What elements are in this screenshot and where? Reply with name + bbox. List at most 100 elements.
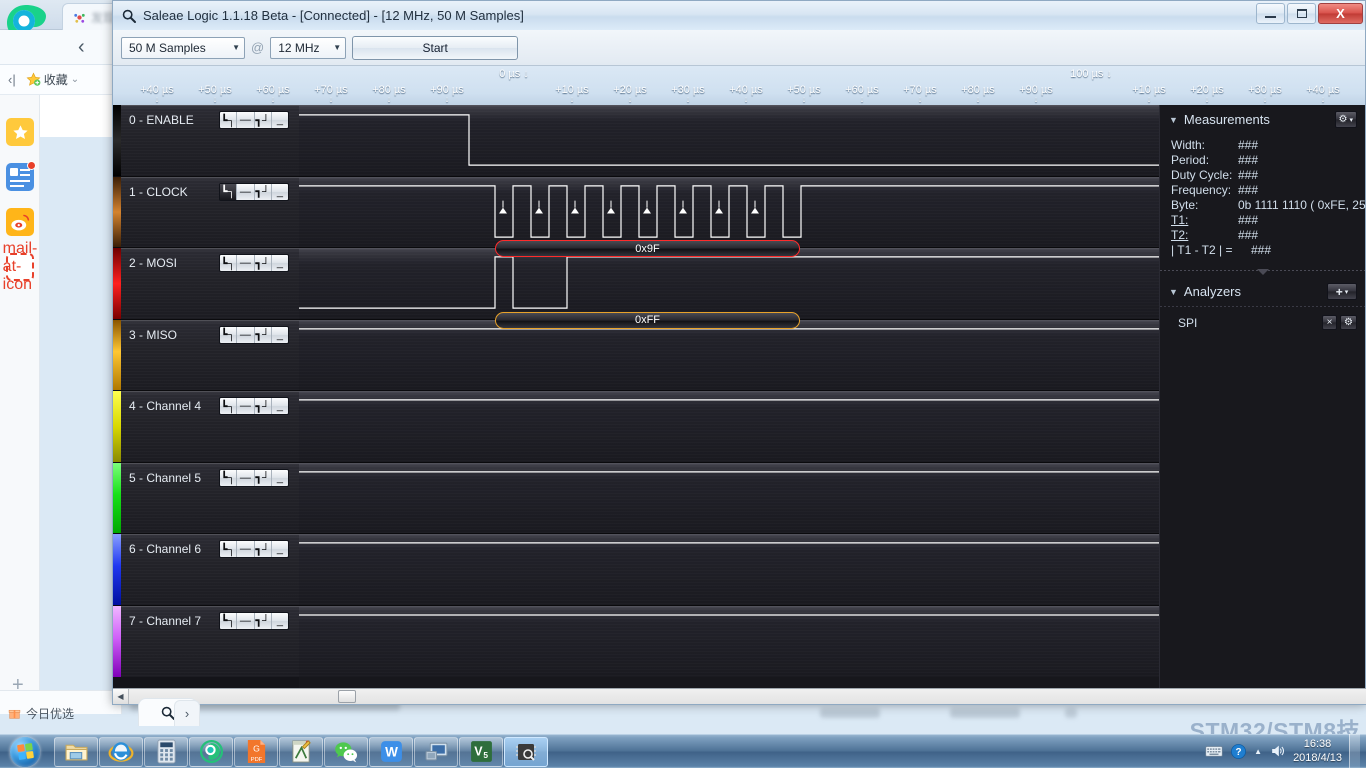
keyboard-icon[interactable] [1205,744,1223,758]
falling-edge-icon[interactable]: ┓┘ [255,541,272,557]
analyzers-header[interactable]: ▼ Analyzers + ▾ [1160,273,1365,304]
falling-edge-icon[interactable]: ┓┘ [255,112,272,128]
analyzer-item-spi[interactable]: SPI × ⚙ [1160,307,1365,338]
high-level-icon[interactable]: ― [237,469,255,486]
trigger-selector[interactable]: ┗┐ ― ┓┘ _ [219,397,289,415]
taskbar-clock[interactable]: 16:38 2018/4/13 [1293,737,1342,765]
channel-header-3[interactable]: 3 - MISO ┗┐ ― ┓┘ _ [113,319,299,391]
channel-header-6[interactable]: 6 - Channel 6 ┗┐ ― ┓┘ _ [113,534,299,606]
timeline-ruler[interactable]: 0 µs ↓ 100 µs ↓ +40 µs ↓ +50 µs ↓ +60 µs ↓ … [113,66,1365,105]
taskbar-item-saleae-logic[interactable] [504,736,548,767]
scrollbar-thumb[interactable] [338,690,356,703]
horizontal-scrollbar[interactable]: ◀ [113,688,1366,704]
spi-byte-bubble-miso[interactable]: 0xFF [495,311,800,329]
channel-header-2[interactable]: 2 - MOSI ┗┐ ― ┓┘ _ [113,248,299,320]
taskbar-item-source-insight[interactable]: V 5 [459,736,503,767]
rising-edge-icon[interactable]: ┗┐ [220,469,238,486]
waveform-row-clock[interactable] [299,176,1159,248]
rail-news-icon[interactable] [6,161,36,191]
taskbar-item-wechat[interactable] [324,736,368,767]
measurements-settings-button[interactable]: ⚙ ▾ [1334,111,1357,128]
trigger-selector[interactable]: ┗┐ ― ┓┘ _ [219,182,289,201]
browser-tab-next-button[interactable]: › [174,700,200,726]
taskbar-item-internet-explorer[interactable] [99,736,143,767]
falling-edge-icon[interactable]: ┓┘ [255,612,272,629]
falling-edge-icon[interactable]: ┓┘ [255,183,272,200]
waveform-area[interactable]: 0x9F 0xFF [299,105,1159,701]
falling-edge-icon[interactable]: ┓┘ [255,255,272,271]
rail-mail-at-icon[interactable]: mail-at-icon [3,240,38,293]
rail-star-icon[interactable] [6,118,34,146]
high-level-icon[interactable]: ― [237,112,255,128]
taskbar-item-pdf-reader[interactable]: G PDF [234,736,278,767]
falling-edge-icon[interactable]: ┓┘ [255,398,272,414]
high-level-icon[interactable]: ― [237,326,255,343]
help-icon[interactable]: ? [1230,743,1247,760]
low-level-icon[interactable]: _ [272,541,288,557]
falling-edge-icon[interactable]: ┓┘ [255,326,272,343]
window-titlebar[interactable]: Saleae Logic 1.1.18 Beta - [Connected] -… [113,1,1365,30]
trigger-selector[interactable]: ┗┐ ― ┓┘ _ [219,254,289,272]
volume-icon[interactable] [1269,743,1286,759]
channel-header-0[interactable]: 0 - ENABLE ┗┐ ― ┓┘ _ [113,105,299,177]
minimize-button[interactable] [1256,3,1285,24]
rising-edge-icon[interactable]: ┗┐ [220,541,238,557]
sample-count-dropdown[interactable]: 50 M Samples ▼ [121,36,245,59]
waveform-row-mosi[interactable]: 0x9F [299,240,1159,320]
waveform-row-channel6[interactable] [299,534,1159,606]
browser-back-button[interactable]: ‹ [78,36,85,59]
today-picks-link[interactable]: 今日优选 [8,705,74,722]
waveform-row-channel4[interactable] [299,391,1159,463]
show-hidden-icons-button[interactable]: ▲ [1254,747,1262,756]
trigger-selector[interactable]: ┗┐ ― ┓┘ _ [219,111,289,129]
rising-edge-icon[interactable]: ┗┐ [220,326,238,343]
low-level-icon[interactable]: _ [272,398,288,414]
high-level-icon[interactable]: ― [237,255,255,271]
channel-header-4[interactable]: 4 - Channel 4 ┗┐ ― ┓┘ _ [113,391,299,463]
low-level-icon[interactable]: _ [272,184,288,200]
taskbar-item-360-browser[interactable] [189,736,233,767]
low-level-icon[interactable]: _ [272,255,288,271]
channel-header-1[interactable]: 1 - CLOCK ┗┐ ― ┓┘ _ [113,176,299,248]
rising-edge-icon[interactable]: ┗┐ [220,183,238,200]
waveform-row-miso[interactable]: 0xFF [299,311,1159,391]
add-tab-button[interactable]: + [12,674,24,697]
analyzer-settings-button[interactable]: ⚙ [1340,315,1357,330]
low-level-icon[interactable]: _ [272,470,288,486]
scroll-left-button[interactable]: ◀ [113,689,129,704]
channel-header-7[interactable]: 7 - Channel 7 ┗┐ ― ┓┘ _ [113,605,299,677]
maximize-button[interactable] [1287,3,1316,24]
trigger-selector[interactable]: ┗┐ ― ┓┘ _ [219,468,289,487]
waveform-row-enable[interactable] [299,105,1159,177]
start-capture-button[interactable]: Start [352,35,519,60]
sidebar-collapse-button[interactable]: ‹| [8,72,16,87]
falling-edge-icon[interactable]: ┓┘ [255,469,272,486]
low-level-icon[interactable]: _ [272,112,288,128]
rising-edge-icon[interactable]: ┗┐ [220,255,238,271]
rising-edge-icon[interactable]: ┗┐ [220,112,238,128]
add-analyzer-button[interactable]: + ▾ [1327,283,1357,300]
low-level-icon[interactable]: _ [272,327,288,343]
taskbar-item-notepad-plus[interactable] [279,736,323,767]
measurements-header[interactable]: ▼ Measurements ⚙ ▾ [1160,105,1365,132]
taskbar-item-remote-desktop[interactable] [414,736,458,767]
taskbar-item-file-explorer[interactable] [54,736,98,767]
sample-rate-dropdown[interactable]: 12 MHz ▼ [270,36,347,59]
show-desktop-button[interactable] [1349,734,1360,768]
bookmark-favorites[interactable]: 收藏 ⌄ [26,71,79,88]
panel-divider[interactable] [1160,270,1365,271]
low-level-icon[interactable]: _ [272,613,288,629]
high-level-icon[interactable]: ― [237,398,255,414]
rising-edge-icon[interactable]: ┗┐ [220,612,238,629]
taskbar-item-wps-writer[interactable]: W [369,736,413,767]
high-level-icon[interactable]: ― [237,541,255,557]
rising-edge-icon[interactable]: ┗┐ [220,398,238,414]
close-button[interactable]: X [1318,3,1363,24]
trigger-selector[interactable]: ┗┐ ― ┓┘ _ [219,540,289,558]
channel-header-5[interactable]: 5 - Channel 5 ┗┐ ― ┓┘ _ [113,462,299,534]
waveform-row-channel5[interactable] [299,462,1159,534]
high-level-icon[interactable]: ― [237,183,255,200]
waveform-row-channel7[interactable] [299,605,1159,677]
taskbar-item-calculator[interactable] [144,736,188,767]
trigger-selector[interactable]: ┗┐ ― ┓┘ _ [219,325,289,344]
